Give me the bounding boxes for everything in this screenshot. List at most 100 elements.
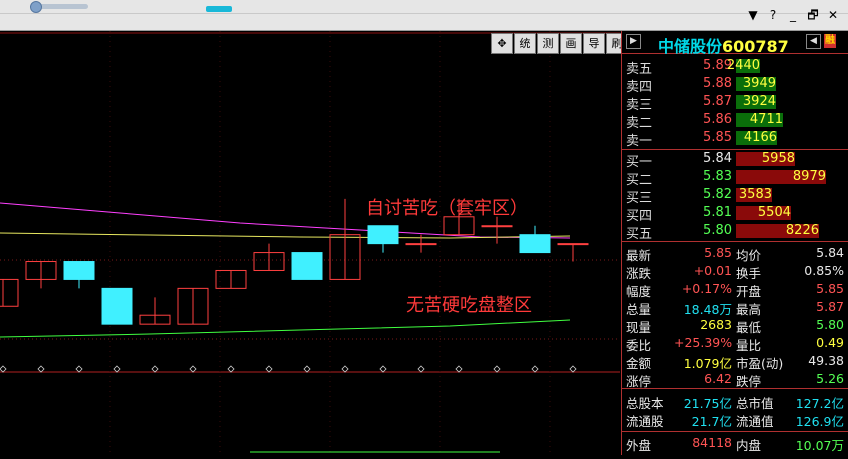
stat-label: 量比 [736, 338, 762, 353]
marker-diamond [113, 365, 121, 373]
marker-diamond [227, 365, 235, 373]
chart-toolbar: ✥ 统测画导刷 [491, 33, 628, 54]
capital-label: 流通值 [736, 414, 774, 429]
level-volume: 5504 [757, 205, 791, 220]
zoom-slider-track[interactable] [34, 4, 88, 9]
kline-chart-svg [0, 31, 620, 455]
kline-chart[interactable]: 自讨苦吃（套牢区） 无苦硬吃盘整区 [0, 31, 620, 455]
next-stock-icon[interactable]: ◀ [806, 34, 821, 49]
level-price: 5.85 [703, 130, 732, 145]
level-price: 5.83 [703, 169, 732, 184]
marker-diamond [417, 365, 425, 373]
annotation-upper: 自讨苦吃（套牢区） [366, 198, 528, 219]
stock-code: 600787 [722, 37, 789, 56]
crosshair-tool[interactable]: ✥ [491, 33, 513, 54]
candle-body [557, 243, 589, 246]
stock-header: ▶ 中储股份600787 ◀ 融 [622, 31, 848, 56]
marker-diamond [75, 365, 83, 373]
outer-value: 84118 [692, 435, 732, 450]
level-price: 5.81 [703, 205, 732, 220]
scroll-indicator[interactable] [206, 6, 232, 12]
stat-label: 换手 [736, 266, 762, 281]
ask-row[interactable]: 卖三 5.87 3924 [622, 93, 848, 113]
minimize-icon[interactable]: _ [786, 8, 800, 22]
tool-tong[interactable]: 统 [514, 33, 536, 54]
title-bar: ▼? _ 🗗 ✕ [0, 0, 848, 31]
bid-row[interactable]: 买二 5.83 8979 [622, 168, 848, 188]
level-price: 5.84 [703, 151, 732, 166]
candle-body [291, 252, 323, 280]
level-volume: 8979 [792, 169, 826, 184]
candle-body [101, 287, 133, 325]
restore-icon[interactable]: 🗗 [806, 8, 820, 22]
level-volume: 2440 [726, 58, 760, 73]
level-price: 5.88 [703, 76, 732, 91]
level-price: 5.87 [703, 94, 732, 109]
close-icon[interactable]: ✕ [826, 8, 840, 22]
stat-label: 涨停 [626, 374, 652, 389]
capital-label: 流通股 [626, 414, 664, 429]
marker-diamond [569, 365, 577, 373]
stat-label: 市盈(动) [736, 356, 784, 371]
ask-row[interactable]: 卖一 5.85 4166 [622, 129, 848, 149]
inner-value: 10.07万 [795, 438, 844, 453]
level-label: 买五 [626, 227, 653, 242]
stat-value: 18.48万 [683, 302, 732, 317]
bid-row[interactable]: 买一 5.84 5958 [622, 150, 848, 170]
dropdown-arrow-icon[interactable]: ▼ [746, 8, 760, 22]
marker-diamond [493, 365, 501, 373]
tool-ce[interactable]: 测 [537, 33, 559, 54]
tool-dao[interactable]: 导 [583, 33, 605, 54]
stat-label: 最低 [736, 320, 762, 335]
level-price: 5.80 [703, 223, 732, 238]
stat-value: +0.17% [681, 281, 732, 296]
stat-label: 现量 [626, 320, 652, 335]
marker-diamond [455, 365, 463, 373]
level-volume: 8226 [785, 223, 819, 238]
stat-label: 涨跌 [626, 266, 652, 281]
stat-value: 5.87 [816, 299, 844, 314]
candle-body [481, 225, 513, 228]
stat-value: 49.38 [808, 353, 844, 368]
level-label: 卖一 [626, 134, 653, 149]
stat-value: 5.85 [816, 281, 844, 296]
level-volume: 3949 [742, 76, 776, 91]
window-controls: ▼? _ 🗗 ✕ [746, 8, 840, 22]
margin-trading-badge: 融 [824, 34, 836, 48]
level-volume: 4711 [749, 112, 783, 127]
stat-value: 0.85% [804, 263, 844, 278]
ask-row[interactable]: 卖四 5.88 3949 [622, 75, 848, 95]
bid-row[interactable]: 买五 5.80 8226 [622, 222, 848, 242]
level-volume: 4166 [743, 130, 777, 145]
stock-name: 中储股份 [658, 37, 723, 56]
candle-body [405, 243, 437, 246]
marker-diamond [151, 365, 159, 373]
ma-line-2 [0, 232, 571, 239]
level-price: 5.86 [703, 112, 732, 127]
stat-label: 最新 [626, 248, 652, 263]
stat-label: 金额 [626, 356, 652, 371]
zoom-slider-handle[interactable] [30, 1, 42, 13]
stat-value: 5.26 [816, 371, 844, 386]
inner-label: 内盘 [736, 438, 762, 453]
capital-label: 总市值 [736, 396, 774, 411]
tool-hua[interactable]: 画 [560, 33, 582, 54]
stat-value: +25.39% [674, 335, 733, 350]
level-volume: 5958 [761, 151, 795, 166]
stat-label: 跌停 [736, 374, 762, 389]
marker-diamond [303, 365, 311, 373]
stat-label: 均价 [736, 248, 762, 263]
capital-label: 总股本 [626, 396, 664, 411]
ask-row[interactable]: 卖二 5.86 4711 [622, 111, 848, 131]
capital-value: 21.7亿 [691, 414, 732, 429]
divider [0, 13, 848, 14]
help-icon[interactable]: ? [766, 8, 780, 22]
bid-row[interactable]: 买三 5.82 3583 [622, 186, 848, 206]
ask-row[interactable]: 卖五 5.89 2440 [622, 57, 848, 77]
annotation-lower: 无苦硬吃盘整区 [406, 295, 532, 316]
marker-diamond [379, 365, 387, 373]
quote-panel: ▶ 中储股份600787 ◀ 融 卖五 5.89 2440 卖四 5.88 3949 卖三 5… [621, 31, 848, 455]
bid-row[interactable]: 买四 5.81 5504 [622, 204, 848, 224]
prev-stock-icon[interactable]: ▶ [626, 34, 641, 49]
stat-value: 5.85 [704, 245, 732, 260]
